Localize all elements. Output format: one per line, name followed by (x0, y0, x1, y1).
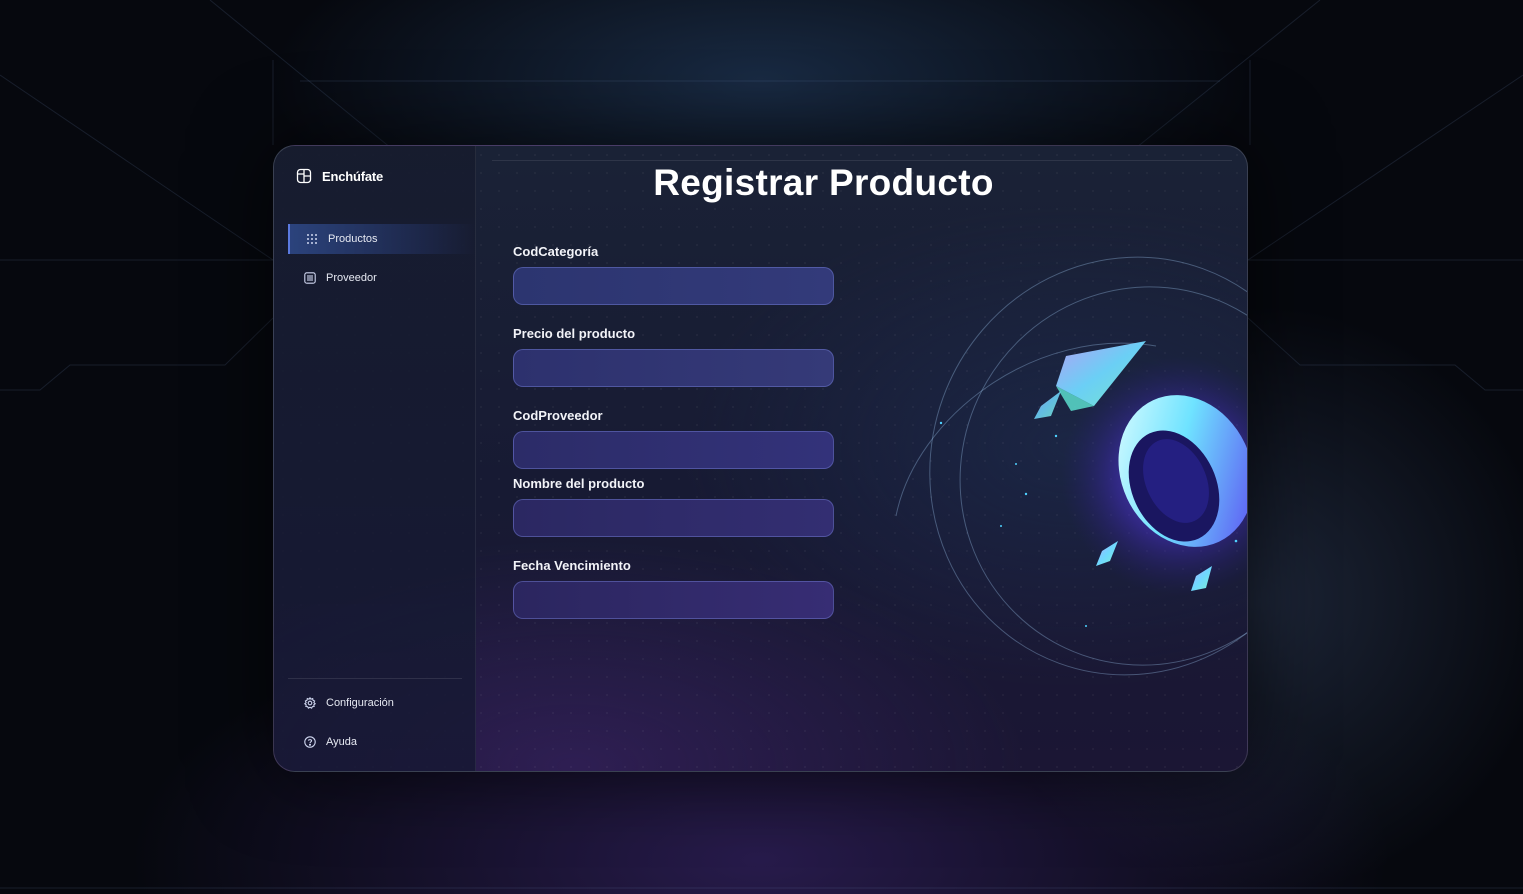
cod-proveedor-input[interactable] (513, 431, 834, 469)
sidebar-item-configuracion[interactable]: Configuración (288, 688, 476, 718)
fecha-vencimiento-input[interactable] (513, 581, 834, 619)
sidebar: Enchúfate Productos Proveedor Configurac… (274, 146, 476, 771)
page-title: Registrar Producto (653, 162, 994, 203)
precio-producto-input[interactable] (513, 349, 834, 387)
nombre-producto-input[interactable] (513, 499, 834, 537)
sidebar-item-label: Configuración (326, 697, 394, 709)
cod-categoria-label: CodCategoría (513, 244, 599, 259)
precio-producto-label: Precio del producto (513, 326, 636, 341)
sidebar-item-label: Proveedor (326, 272, 377, 284)
top-divider (492, 160, 1232, 161)
gear-icon (304, 697, 316, 709)
sidebar-item-proveedor[interactable]: Proveedor (288, 263, 476, 293)
grid-dots-icon (306, 233, 318, 245)
fecha-vencimiento-label: Fecha Vencimiento (513, 558, 631, 573)
sidebar-item-label: Ayuda (326, 736, 357, 748)
sidebar-item-label: Productos (328, 233, 378, 245)
sidebar-item-ayuda[interactable]: Ayuda (288, 727, 476, 757)
crystal-orb-illustration (895, 256, 1247, 676)
help-circle-icon (304, 736, 316, 748)
sidebar-divider (288, 678, 462, 679)
brand-name: Enchúfate (322, 168, 384, 184)
cod-categoria-input[interactable] (513, 267, 834, 305)
app-window: Enchúfate Productos Proveedor Configurac… (273, 145, 1248, 772)
list-icon (304, 272, 316, 284)
main-content: Registrar Producto CodCategoría Precio d… (476, 146, 1247, 771)
sidebar-item-productos[interactable]: Productos (288, 224, 476, 254)
cod-proveedor-label: CodProveedor (513, 408, 603, 423)
grid-layout-icon (296, 168, 312, 184)
brand[interactable]: Enchúfate (296, 168, 383, 184)
nombre-producto-label: Nombre del producto (513, 476, 645, 491)
